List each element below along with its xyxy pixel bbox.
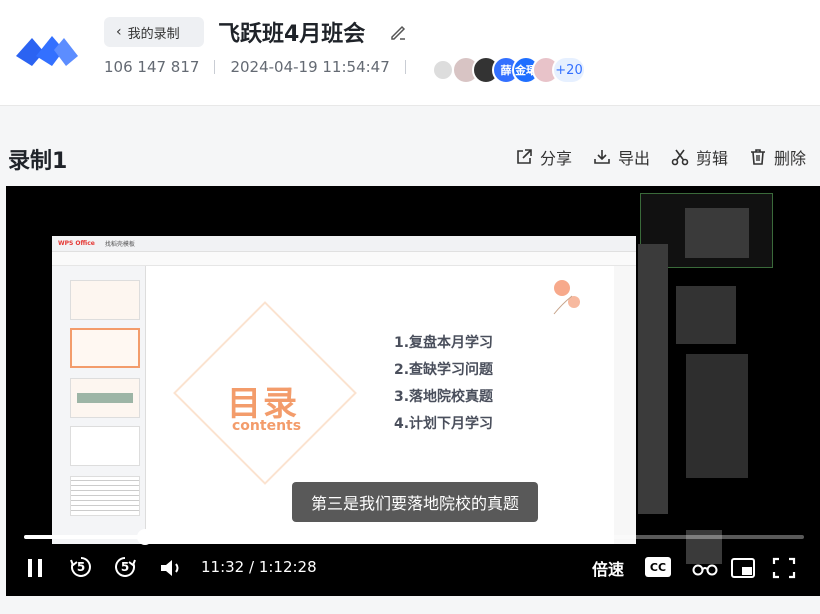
delete-button[interactable]: 删除: [748, 145, 806, 169]
share-label: 分享: [540, 149, 573, 168]
camera-tile: [676, 286, 736, 344]
slide-thumbnails: [52, 266, 146, 544]
player-controls: 5 5 11:32 / 1:12:28 倍速 CC: [6, 550, 820, 586]
progress-bar[interactable]: [24, 529, 804, 545]
export-button[interactable]: 导出: [592, 145, 650, 169]
slide-item: 1.复盘本月学习: [394, 335, 494, 351]
edit-icon[interactable]: [388, 22, 408, 42]
playback-speed-button[interactable]: 倍速: [592, 556, 624, 580]
progress-fill: [24, 535, 145, 539]
slide-item: 3.落地院校真题: [394, 389, 494, 405]
slide-thumbnail: [70, 426, 140, 466]
tab-name: 找稻壳模板: [104, 241, 135, 248]
participant-icon: [434, 61, 452, 79]
share-icon: [517, 149, 532, 164]
more-participants-badge[interactable]: +20: [552, 56, 586, 84]
slide-thumbnail: [70, 378, 140, 418]
recording-title: 录制1: [8, 149, 68, 174]
wps-title-bar: WPS Office 找稻壳模板: [52, 236, 636, 252]
camera-tile: [686, 354, 748, 478]
slide-items: 1.复盘本月学习 2.查缺学习问题 3.落地院校真题 4.计划下月学习: [394, 330, 493, 438]
clip-button[interactable]: 剪辑: [670, 145, 728, 169]
slide-thumbnail: [70, 280, 140, 320]
back-to-my-recordings-button[interactable]: ‹ 我的录制: [104, 17, 204, 47]
participant-avatars[interactable]: 薛 金珺 +20: [434, 56, 586, 84]
delete-label: 删除: [774, 149, 807, 168]
video-player[interactable]: WPS Office 找稻壳模板 目录 contents 1.复盘本月学习 2.…: [6, 186, 820, 596]
forward-5-button[interactable]: 5: [112, 554, 138, 580]
right-toolbar: [614, 266, 636, 544]
rewind-seconds: 5: [76, 560, 86, 574]
closed-captions-icon[interactable]: CC: [644, 556, 672, 578]
wps-menu-bar: [52, 252, 636, 266]
app-name: WPS Office: [58, 240, 95, 247]
picture-in-picture-icon[interactable]: [730, 557, 756, 579]
pause-icon[interactable]: [24, 556, 46, 580]
export-icon: [594, 150, 610, 164]
meeting-id: 106 147 817: [104, 58, 200, 76]
divider: [404, 60, 406, 74]
flower-decoration-icon: [553, 280, 580, 315]
slide-thumbnail: [70, 476, 140, 516]
rewind-5-button[interactable]: 5: [68, 554, 94, 580]
header: ‹ 我的录制 飞跃班4月班会 106 147 817 2024-04-19 11…: [0, 0, 820, 106]
volume-icon[interactable]: [158, 556, 184, 580]
back-label: 我的录制: [127, 26, 180, 42]
divider: [214, 60, 216, 74]
share-button[interactable]: 分享: [514, 145, 572, 169]
slide-item: 2.查缺学习问题: [394, 362, 494, 378]
camera-tile: [638, 244, 668, 514]
clip-label: 剪辑: [696, 149, 729, 168]
svg-text:CC: CC: [650, 561, 666, 574]
fullscreen-icon[interactable]: [772, 557, 796, 579]
slide-heading-en: contents: [232, 418, 302, 434]
recording-toolbar: 分享 导出 剪辑 删除: [514, 145, 806, 169]
caption-subtitle: 第三是我们要落地院校的真题: [292, 482, 538, 522]
progress-handle[interactable]: [136, 529, 153, 545]
time-display: 11:32 / 1:12:28: [201, 558, 317, 576]
slide-thumbnail: [70, 328, 140, 368]
meeting-title: 飞跃班4月班会: [218, 22, 366, 47]
trash-icon: [751, 149, 766, 165]
export-label: 导出: [618, 149, 651, 168]
forward-seconds: 5: [120, 560, 130, 574]
chevron-left-icon: ‹: [116, 24, 122, 40]
app-logo-icon: [16, 36, 78, 66]
scissors-icon: [671, 149, 689, 166]
glasses-mode-icon[interactable]: [692, 558, 718, 578]
meeting-datetime: 2024-04-19 11:54:47: [230, 58, 390, 76]
slide-item: 4.计划下月学习: [394, 416, 494, 432]
meeting-meta: 106 147 817 2024-04-19 11:54:47: [104, 58, 421, 76]
